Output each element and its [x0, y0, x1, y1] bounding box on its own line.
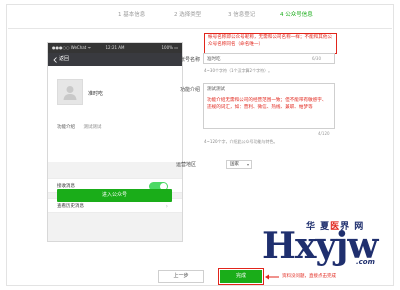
- arrow-left-icon: [265, 274, 279, 280]
- region-value: 国家: [230, 162, 239, 167]
- previous-step-button[interactable]: 上一步: [158, 270, 204, 283]
- status-bar: ●●●○○ WeChat ᯤ 12:21 AM 100% ▭: [48, 43, 182, 53]
- step-4-current: 4 公众号信息: [280, 12, 313, 18]
- intro-note: 功能介绍无需和公司的经营范围一致；但不能带有敏感字、违规的词汇，如：营利、微信、…: [207, 98, 327, 110]
- region-select[interactable]: 国家 ▾: [226, 160, 252, 169]
- account-name-counter: 6/30: [312, 56, 321, 61]
- steps-divider: [8, 28, 392, 29]
- chevron-left-icon: [53, 56, 57, 63]
- account-name-note: 帐号名称即公众号昵称，无需和公司名称一样；不能和其他公众号名称同名（命名唯一）: [204, 33, 337, 54]
- battery-indicator: 100% ▭: [161, 45, 179, 50]
- phone-preview: ●●●○○ WeChat ᯤ 12:21 AM 100% ▭ 返回 准时吃 功能…: [47, 42, 183, 242]
- avatar: [57, 79, 83, 105]
- intro-label: 功能介绍: [57, 125, 75, 130]
- account-name-hint: 4~30个字符（1个汉字算2个字符）。: [204, 68, 273, 73]
- back-label: 返回: [59, 56, 70, 62]
- account-name-label: 帐号名称: [180, 57, 201, 63]
- intro-hint: 4~120个字，介绍此公众号功能与特色。: [204, 139, 278, 144]
- enter-account-button[interactable]: 进入公众号: [57, 189, 172, 202]
- user-placeholder-icon: [63, 86, 77, 100]
- watermark-domain: .com: [356, 258, 375, 266]
- intro-value: 测试测试: [83, 125, 102, 130]
- profile-card: 准时吃 功能介绍 测试测试: [48, 66, 182, 162]
- finish-note: 资料没问题，直接点击完成: [282, 274, 336, 279]
- account-nickname: 准时吃: [88, 91, 104, 97]
- phone-nav-bar: 返回: [48, 53, 182, 66]
- intro-textarea-value: 测试测试: [207, 87, 225, 92]
- steps-bar: 1 基本信息 2 选择类型 3 信息登记 4 公众号信息: [0, 10, 400, 24]
- chevron-down-icon: ▾: [246, 162, 249, 167]
- step-2: 2 选择类型: [174, 12, 202, 18]
- step-1: 1 基本信息: [118, 12, 146, 18]
- intro-counter: 4/120: [318, 131, 330, 136]
- intro-field-label: 功能介绍: [180, 87, 201, 93]
- step-3: 3 信息登记: [228, 12, 256, 18]
- finish-button[interactable]: 完成: [218, 268, 264, 285]
- region-label: 运营地区: [176, 162, 197, 168]
- back-button[interactable]: 返回: [53, 53, 69, 66]
- intro-row: 功能介绍 测试测试: [57, 124, 101, 130]
